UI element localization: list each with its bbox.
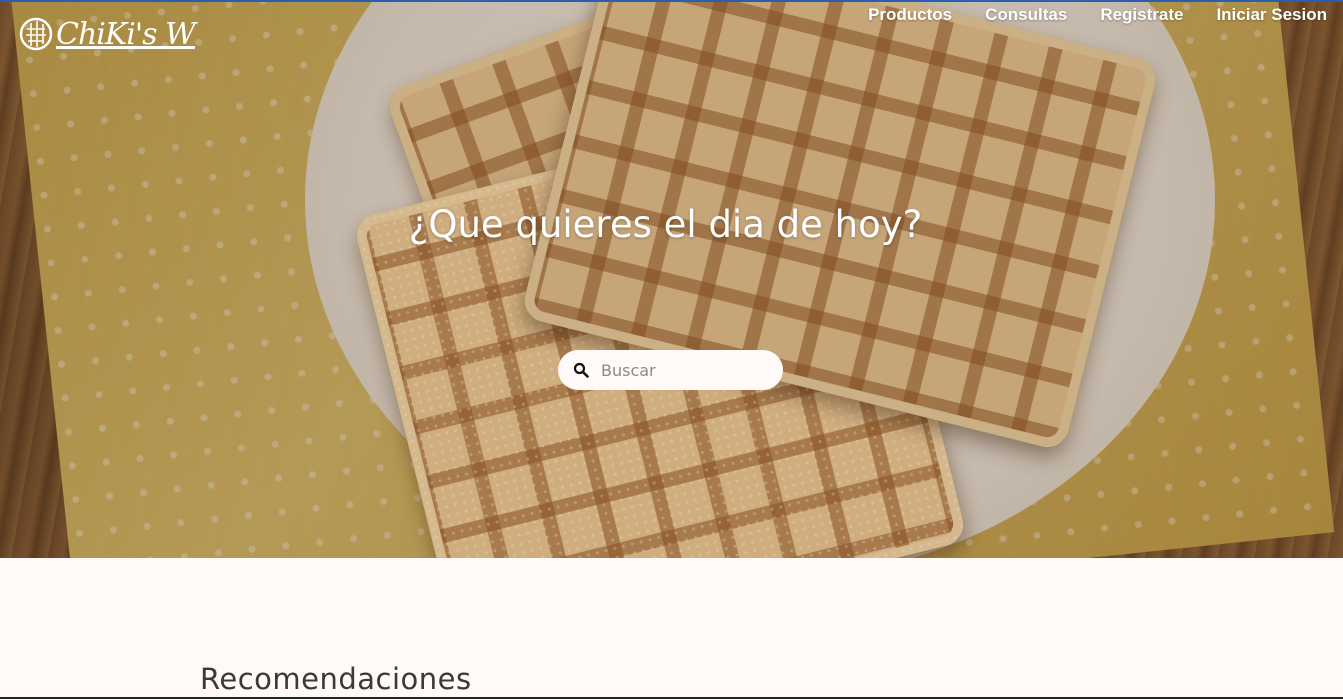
nav-item-productos[interactable]: Productos	[868, 5, 952, 25]
top-accent-line	[0, 0, 1343, 2]
search-input[interactable]	[599, 359, 773, 381]
recommendations-title: Recomendaciones	[200, 662, 472, 696]
hero-overlay	[0, 0, 1343, 558]
brand-logo[interactable]: ChiKi's W	[18, 12, 196, 56]
hero-headline: ¿Que quieres el dia de hoy?	[408, 203, 923, 246]
main-nav: Productos Consultas Registrate Iniciar S…	[868, 5, 1327, 25]
search-box[interactable]	[558, 350, 783, 390]
hero-banner	[0, 0, 1343, 558]
nav-item-iniciar-sesion[interactable]: Iniciar Sesion	[1216, 5, 1327, 25]
search-icon	[573, 362, 589, 378]
nav-item-registrate[interactable]: Registrate	[1100, 5, 1183, 25]
waffle-logo-icon	[19, 17, 53, 51]
nav-item-consultas[interactable]: Consultas	[985, 5, 1067, 25]
brand-name: ChiKi's W	[56, 16, 196, 52]
